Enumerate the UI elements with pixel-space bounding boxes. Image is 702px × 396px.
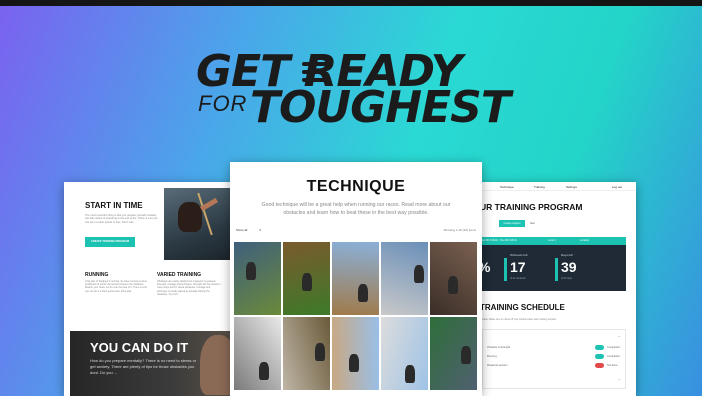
- days-bar: [555, 258, 558, 281]
- create-program-button[interactable]: CREATE TRAINING PROGRAM: [85, 237, 135, 247]
- technique-panel: TECHNIQUE Good technique will be a great…: [230, 162, 482, 396]
- program-title: UR TRAINING PROGRAM: [480, 202, 583, 212]
- caret-down-icon: ▾: [259, 228, 261, 232]
- athlete-figure: [448, 276, 458, 294]
- row-status: Not done: [607, 364, 618, 367]
- program-info-strip: Wed 2017-08-01 - Tue 2017-08-31 Level 1 …: [476, 237, 626, 245]
- technique-title: TECHNIQUE: [306, 178, 406, 195]
- top-nav: Technique Training Settings Log out: [476, 182, 636, 191]
- toggle-switch[interactable]: [595, 363, 604, 368]
- schedule-text: edule. Make sure to check off your worko…: [482, 318, 557, 321]
- logo-line-2: TOUGHEST: [250, 82, 511, 133]
- create-program-btn[interactable]: Create program: [499, 220, 525, 227]
- days-left-sub: of 60 days: [561, 277, 573, 280]
- workouts-left-value: 17: [510, 259, 526, 275]
- toggle-switch[interactable]: [595, 345, 604, 350]
- stats-card: % Workouts left 17 of 24 workouts Days l…: [476, 245, 626, 291]
- next-button[interactable]: Next: [530, 220, 535, 227]
- athlete-figure: [349, 354, 359, 372]
- logo-for: FOR: [198, 91, 248, 116]
- schedule-title: TRAINING SCHEDULE: [480, 303, 565, 312]
- technique-subtitle: Good technique will be a great help when…: [261, 202, 451, 216]
- start-in-time-panel: START IN TIME The most important thing i…: [64, 182, 238, 396]
- hero-logo: GET READY FOR TOUGHEST: [0, 0, 702, 140]
- row-status: Completed: [607, 355, 620, 358]
- athlete-figure: [414, 265, 424, 283]
- nav-training[interactable]: Training: [534, 185, 545, 189]
- you-can-do-it-banner: YOU CAN DO IT How do you prepare mentall…: [70, 331, 238, 396]
- obstacle-photo-tile[interactable]: [234, 242, 281, 315]
- training-program-panel: Technique Training Settings Log out UR T…: [476, 182, 636, 396]
- start-title: START IN TIME: [85, 201, 143, 210]
- running-text: A big part of Toughest is running. So wh…: [85, 280, 148, 293]
- rope-climb-photo: [164, 188, 238, 260]
- athlete-figure: [405, 365, 415, 383]
- banner-text: How do you prepare mentally? There is no…: [90, 358, 197, 375]
- athlete-figure: [315, 343, 325, 361]
- start-intro: The most important thing is that you pre…: [85, 214, 158, 224]
- showing-count: Showing 1-16 (32) items: [443, 228, 476, 232]
- obstacle-photo-tile[interactable]: [234, 317, 281, 390]
- filter-select[interactable]: Show all ▾: [236, 228, 261, 232]
- obstacle-photo-tile[interactable]: [332, 317, 379, 390]
- schedule-row[interactable]: Weekend session Not done: [483, 362, 625, 370]
- program-dates: Wed 2017-08-01 - Tue 2017-08-31: [480, 239, 517, 242]
- athlete-figure: [302, 273, 312, 291]
- obstacle-photo-tile[interactable]: [283, 317, 330, 390]
- varied-training-text: Obstacles are mainly divided into 3 aspe…: [157, 280, 221, 296]
- nav-settings[interactable]: Settings: [566, 185, 577, 189]
- nav-technique[interactable]: Technique: [500, 185, 514, 189]
- row-name: Running: [487, 355, 497, 358]
- row-name: Obstacle & Strength: [487, 346, 511, 349]
- workouts-left-sub: of 24 workouts: [510, 277, 526, 280]
- row-status: Completed: [607, 346, 620, 349]
- filter-label: Show all: [236, 228, 248, 232]
- schedule-list: ⌄ Obstacle & Strength Completed Running …: [482, 329, 626, 389]
- athlete-figure: [461, 346, 471, 364]
- schedule-row[interactable]: Running Completed: [483, 353, 625, 361]
- obstacle-photo-tile[interactable]: [283, 242, 330, 315]
- row-name: Weekend session: [487, 364, 508, 367]
- obstacle-photo-tile[interactable]: [430, 317, 477, 390]
- toggle-switch[interactable]: [595, 354, 604, 359]
- obstacle-photo-tile[interactable]: [332, 242, 379, 315]
- obstacle-grid: [234, 242, 479, 390]
- athlete-figure: [246, 262, 256, 280]
- running-title: RUNNING: [85, 272, 109, 278]
- program-location: Location: [580, 239, 590, 242]
- obstacle-photo-tile[interactable]: [381, 242, 428, 315]
- chevron-down-icon[interactable]: ⌄: [618, 333, 621, 338]
- varied-training-title: VARIED TRAINING: [157, 272, 202, 278]
- banner-title: YOU CAN DO IT: [90, 340, 189, 355]
- obstacle-photo-tile[interactable]: [381, 317, 428, 390]
- workouts-bar: [504, 258, 507, 281]
- athlete-figure: [259, 362, 269, 380]
- chevron-down-icon[interactable]: ⌄: [618, 376, 621, 381]
- days-left-label: Days left: [561, 253, 573, 257]
- workouts-left-label: Workouts left: [510, 253, 528, 257]
- athlete-figure: [358, 284, 368, 302]
- obstacle-photo-tile[interactable]: [430, 242, 477, 315]
- program-level: Level 1: [548, 239, 556, 242]
- schedule-row[interactable]: Obstacle & Strength Completed: [483, 344, 625, 352]
- days-left-value: 39: [561, 259, 577, 275]
- nav-logout[interactable]: Log out: [612, 185, 622, 189]
